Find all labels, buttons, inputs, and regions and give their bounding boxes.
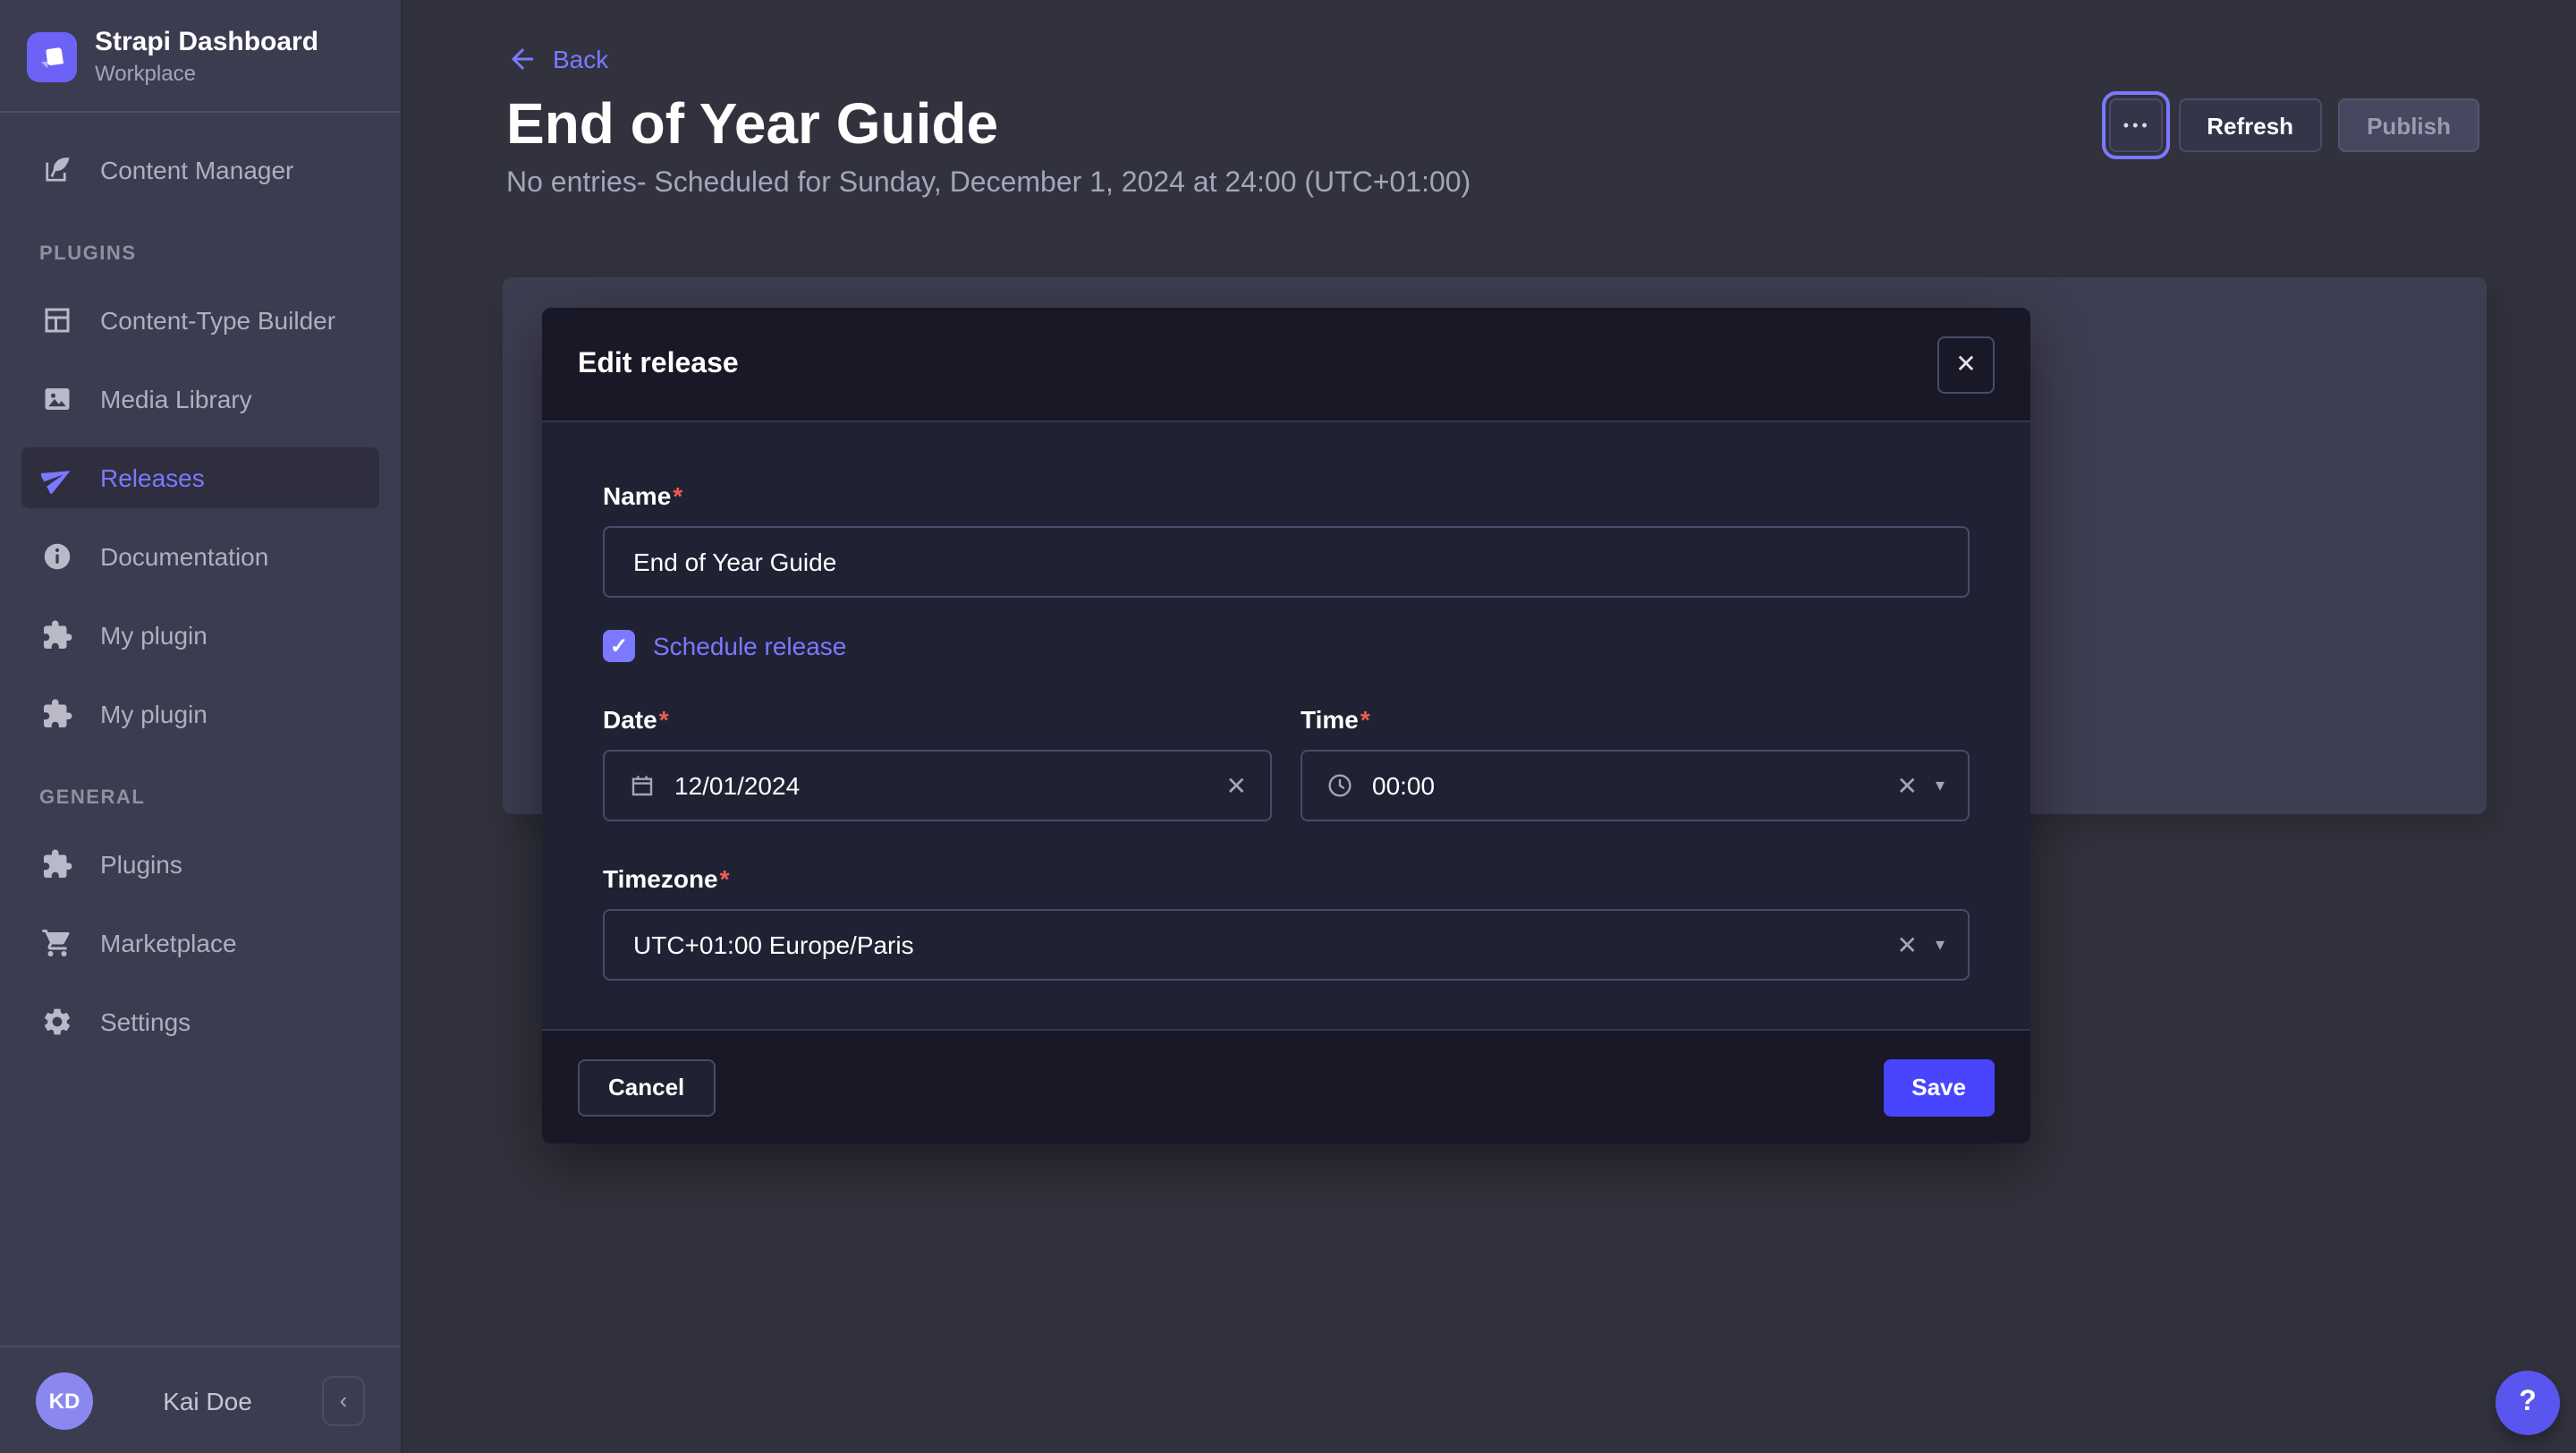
required-asterisk: * [1360, 705, 1370, 734]
sidebar-item-my-plugin-2[interactable]: My plugin [21, 684, 379, 744]
modal-header: Edit release ✕ [542, 308, 2030, 422]
user-name: Kai Doe [93, 1386, 322, 1415]
modal-close-button[interactable]: ✕ [1937, 336, 1995, 393]
sidebar-item-releases[interactable]: Releases [21, 447, 379, 508]
releases-icon [39, 460, 75, 496]
puzzle-icon [39, 617, 75, 653]
time-picker[interactable]: 00:00 ✕ ▾ [1301, 750, 1970, 821]
date-value: 12/01/2024 [674, 771, 1208, 800]
sidebar-item-label: My plugin [100, 700, 208, 728]
help-button[interactable]: ? [2496, 1371, 2560, 1435]
app-title: Strapi Dashboard [95, 27, 318, 61]
publish-button[interactable]: Publish [2338, 98, 2479, 152]
main-content: Back End of Year Guide No entries- Sched… [402, 0, 2576, 1453]
sidebar-item-label: Releases [100, 463, 205, 492]
sidebar-item-label: Settings [100, 1007, 191, 1036]
schedule-release-row: ✓ Schedule release [603, 630, 1970, 662]
edit-release-modal: Edit release ✕ Name* ✓ Schedule release [542, 308, 2030, 1143]
save-button[interactable]: Save [1883, 1058, 1995, 1116]
sidebar-item-content-type-builder[interactable]: Content-Type Builder [21, 290, 379, 351]
time-column: Time* 00:00 ✕ ▾ [1301, 705, 1970, 821]
strapi-logo-icon [27, 32, 77, 82]
required-asterisk: * [720, 864, 730, 893]
workspace-name: Workplace [95, 61, 318, 88]
sidebar-collapse-button[interactable]: ‹ [322, 1375, 365, 1425]
page-title: End of Year Guide [506, 95, 998, 152]
check-icon: ✓ [610, 633, 628, 659]
back-link[interactable]: Back [506, 43, 608, 75]
sidebar-item-label: Media Library [100, 385, 252, 413]
back-label: Back [553, 45, 608, 73]
required-asterisk: * [673, 481, 682, 510]
time-field-label: Time* [1301, 705, 1970, 734]
close-icon: ✕ [1955, 349, 1976, 379]
clear-date-icon[interactable]: ✕ [1226, 770, 1247, 801]
media-library-icon [39, 381, 75, 417]
cart-icon [39, 925, 75, 961]
sidebar-item-documentation[interactable]: Documentation [21, 526, 379, 587]
more-options-button[interactable]: ••• [2108, 98, 2162, 152]
avatar[interactable]: KD [36, 1372, 93, 1429]
sidebar-item-label: Documentation [100, 542, 268, 571]
back-arrow-icon [506, 43, 538, 75]
puzzle-icon [39, 846, 75, 882]
date-time-row: Date* 12/01/2024 ✕ [603, 705, 1970, 821]
sidebar-item-plugins[interactable]: Plugins [21, 834, 379, 895]
sidebar-user-row: KD Kai Doe ‹ [0, 1346, 401, 1453]
required-asterisk: * [659, 705, 669, 734]
chevron-down-icon[interactable]: ▾ [1936, 935, 1945, 955]
name-field-label: Name* [603, 481, 1970, 510]
brand-text: Strapi Dashboard Workplace [95, 27, 318, 88]
content-manager-icon [39, 152, 75, 188]
gear-icon [39, 1004, 75, 1040]
sidebar-section-general: GENERAL [39, 787, 379, 809]
timezone-select[interactable]: UTC+01:00 Europe/Paris ✕ ▾ [603, 909, 1970, 981]
sidebar-item-content-manager[interactable]: Content Manager [21, 140, 379, 200]
name-input[interactable] [603, 526, 1970, 598]
sidebar-item-media-library[interactable]: Media Library [21, 369, 379, 429]
clear-time-icon[interactable]: ✕ [1896, 770, 1917, 801]
chevron-down-icon[interactable]: ▾ [1936, 776, 1945, 795]
chevron-left-icon: ‹ [340, 1389, 348, 1412]
date-column: Date* 12/01/2024 ✕ [603, 705, 1272, 821]
refresh-button[interactable]: Refresh [2178, 98, 2322, 152]
sidebar-item-label: Plugins [100, 850, 182, 879]
clock-icon [1326, 771, 1354, 800]
sidebar-nav: Content Manager PLUGINS Content-Type Bui… [0, 113, 401, 1052]
header-actions: ••• Refresh Publish [2108, 98, 2479, 152]
sidebar-section-plugins: PLUGINS [39, 243, 379, 265]
calendar-icon [628, 771, 657, 800]
clear-timezone-icon[interactable]: ✕ [1896, 930, 1917, 960]
puzzle-icon [39, 696, 75, 732]
app-root: Strapi Dashboard Workplace Content Manag… [0, 0, 2576, 1453]
sidebar-item-label: My plugin [100, 621, 208, 650]
timezone-value: UTC+01:00 Europe/Paris [633, 930, 1878, 959]
time-value: 00:00 [1372, 771, 1878, 800]
content-type-builder-icon [39, 302, 75, 338]
schedule-release-checkbox[interactable]: ✓ [603, 630, 635, 662]
modal-body: Name* ✓ Schedule release Date* [542, 422, 2030, 1029]
schedule-release-label[interactable]: Schedule release [653, 632, 846, 660]
sidebar-item-label: Content-Type Builder [100, 306, 335, 335]
sidebar-item-label: Content Manager [100, 156, 293, 184]
documentation-info-icon [39, 539, 75, 574]
more-dots-icon: ••• [2123, 116, 2151, 134]
sidebar-item-marketplace[interactable]: Marketplace [21, 913, 379, 973]
modal-title: Edit release [578, 348, 739, 380]
page-subtitle: No entries- Scheduled for Sunday, Decemb… [506, 168, 1470, 200]
modal-footer: Cancel Save [542, 1029, 2030, 1143]
date-field-label: Date* [603, 705, 1272, 734]
sidebar-item-settings[interactable]: Settings [21, 991, 379, 1052]
workspace-brand: Strapi Dashboard Workplace [0, 0, 401, 113]
sidebar-item-my-plugin-1[interactable]: My plugin [21, 605, 379, 666]
sidebar-item-label: Marketplace [100, 929, 237, 957]
date-picker[interactable]: 12/01/2024 ✕ [603, 750, 1272, 821]
sidebar: Strapi Dashboard Workplace Content Manag… [0, 0, 402, 1453]
timezone-row: Timezone* UTC+01:00 Europe/Paris ✕ ▾ [603, 864, 1970, 981]
timezone-field-label: Timezone* [603, 864, 1970, 893]
cancel-button[interactable]: Cancel [578, 1058, 715, 1116]
